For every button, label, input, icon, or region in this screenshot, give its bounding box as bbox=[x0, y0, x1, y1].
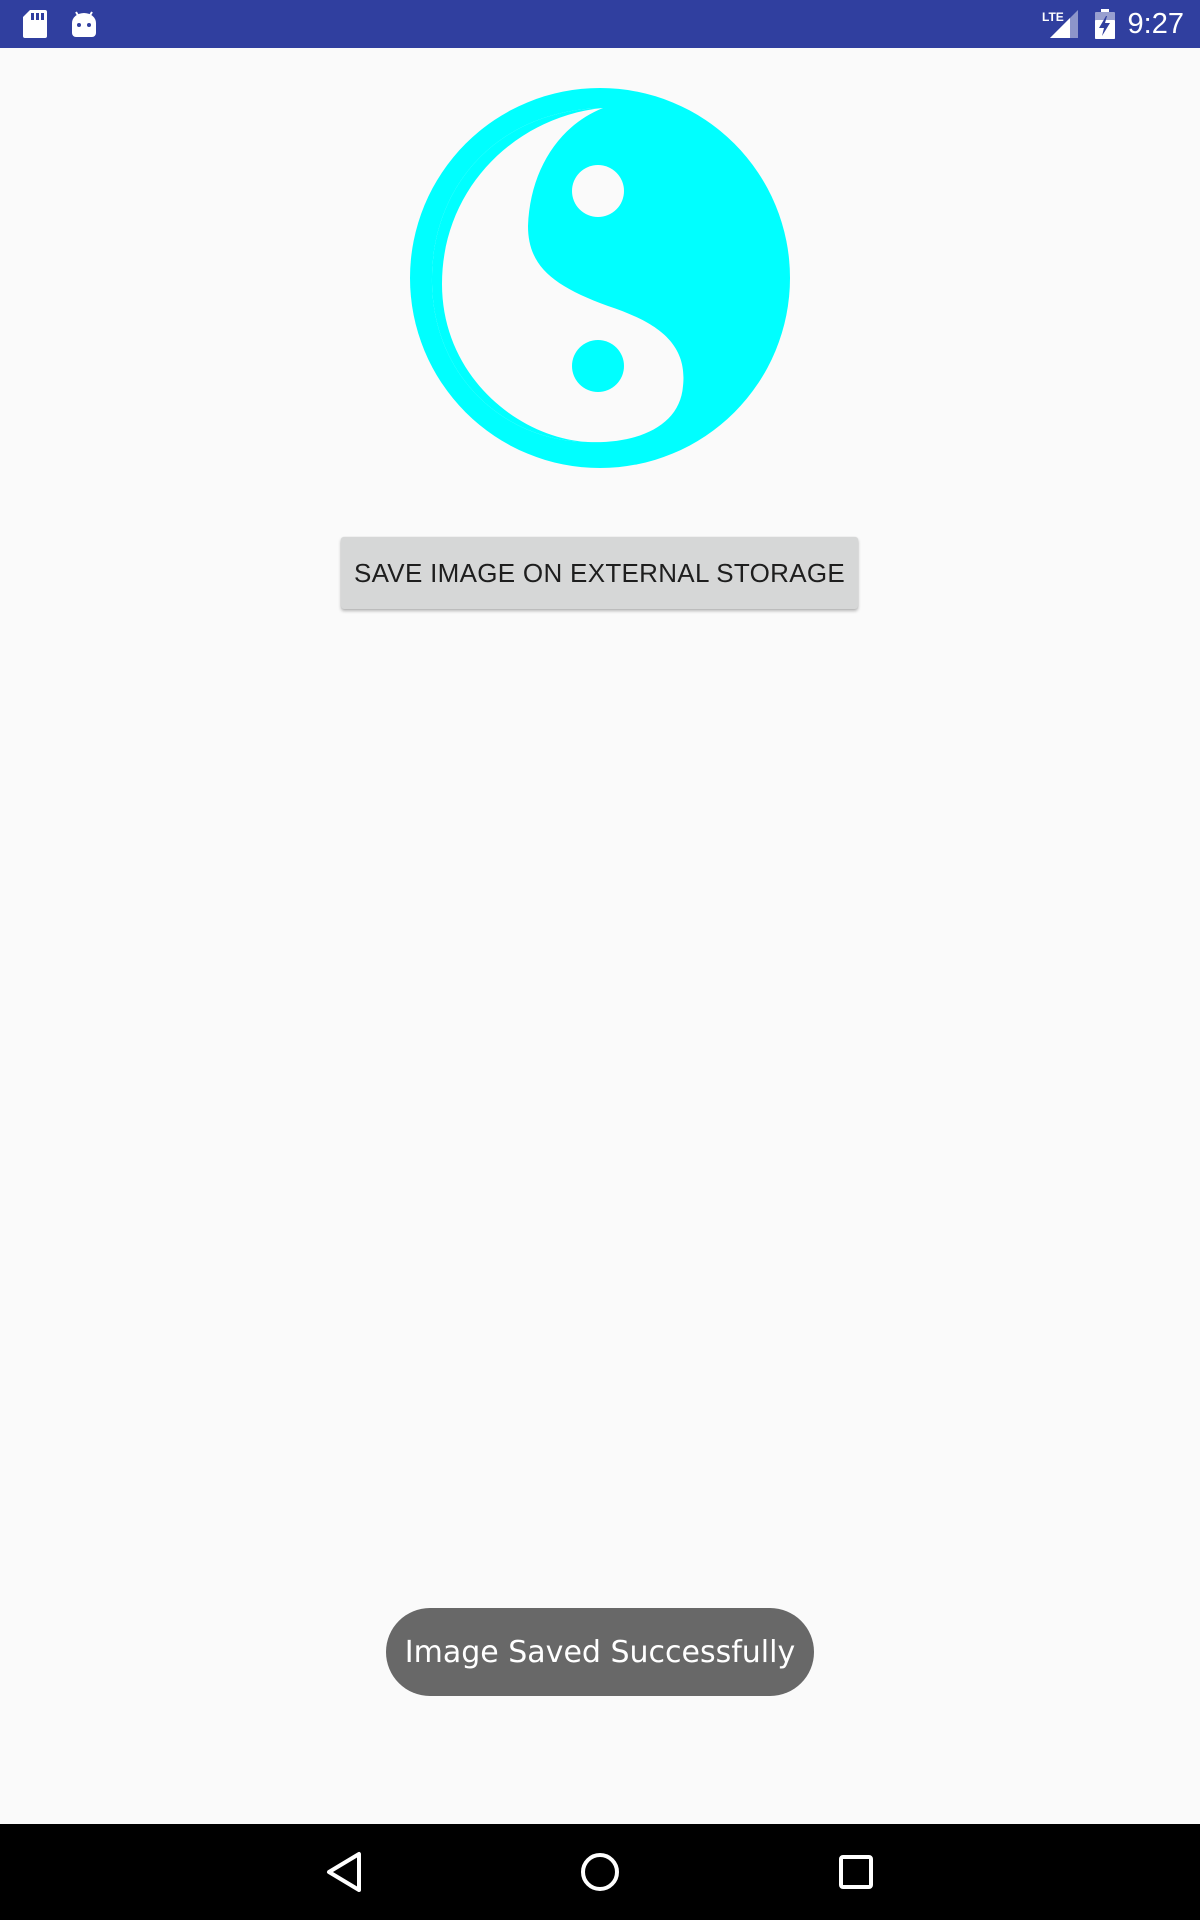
navigation-bar bbox=[0, 1824, 1200, 1920]
yin-yang-icon bbox=[410, 88, 790, 468]
toast-message: Image Saved Successfully bbox=[386, 1608, 814, 1696]
save-image-button[interactable]: SAVE IMAGE ON EXTERNAL STORAGE bbox=[341, 537, 858, 609]
status-time: 9:27 bbox=[1127, 8, 1184, 40]
recents-icon[interactable] bbox=[796, 1824, 916, 1920]
status-bar: LTE 9:27 bbox=[0, 0, 1200, 48]
sd-card-icon bbox=[22, 0, 48, 48]
lte-signal-icon: LTE bbox=[1042, 0, 1080, 48]
back-icon[interactable] bbox=[284, 1824, 404, 1920]
battery-charging-icon bbox=[1094, 0, 1116, 48]
svg-text:LTE: LTE bbox=[1042, 10, 1064, 24]
home-icon[interactable] bbox=[540, 1824, 660, 1920]
android-debug-icon bbox=[70, 0, 98, 48]
